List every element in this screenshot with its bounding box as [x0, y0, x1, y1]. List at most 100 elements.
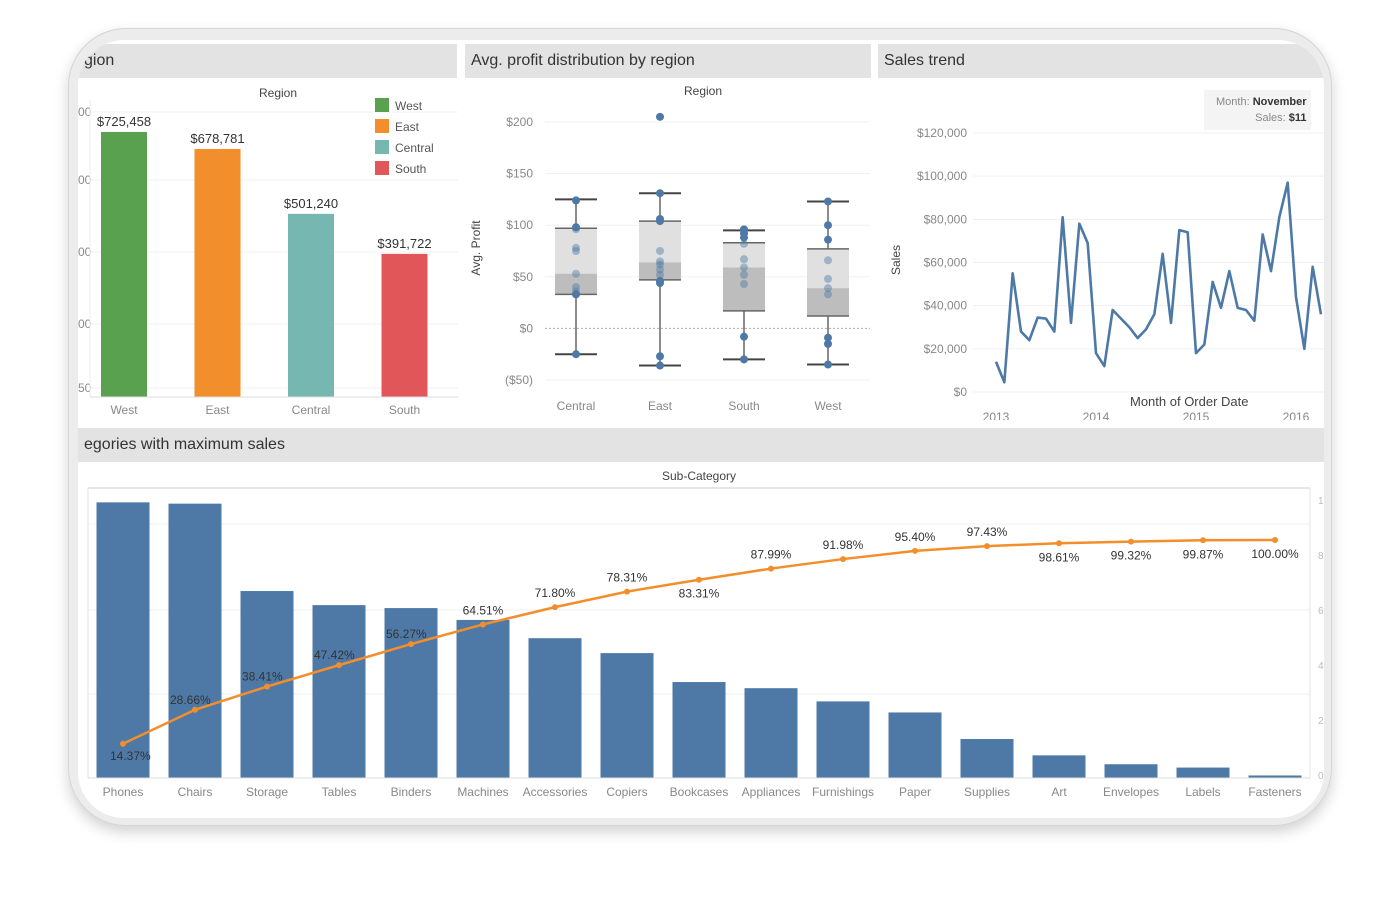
x-tick-label: Copiers [606, 785, 647, 799]
x-tick-label: Chairs [178, 785, 213, 799]
bar-tables [312, 605, 366, 778]
pct-label: 64.51% [463, 603, 504, 617]
x-tick-label: 2014 [1083, 410, 1110, 420]
x-tick-label: South [728, 399, 759, 413]
y-tick-label: $0 [954, 385, 968, 399]
y-tick-label: $0 [520, 321, 534, 335]
pct-label: 98.61% [1039, 550, 1080, 564]
cumulative-point [696, 576, 702, 583]
x-tick-label: 2013 [983, 410, 1010, 420]
x-tick-label: Labels [1185, 785, 1220, 799]
y-tick-label: $150 [506, 167, 533, 181]
cumulative-point [840, 556, 846, 563]
data-point [740, 355, 748, 364]
bar-value-label: $725,458 [97, 114, 151, 129]
data-point [656, 217, 664, 226]
bar-west [101, 131, 147, 397]
profit-box-chart: Region Avg. Profit $200 $150 $100 $50 $0 ($50) C… [469, 84, 870, 413]
pct-label: 14.37% [110, 749, 151, 763]
y-tick-label: $100 [506, 218, 533, 232]
cumulative-point [408, 641, 414, 648]
right-tick-label: 0 [1318, 771, 1324, 782]
pct-label: 28.66% [170, 693, 211, 707]
bar-appliances [744, 688, 798, 778]
data-point [656, 352, 664, 361]
x-tick-label: 2015 [1183, 410, 1210, 420]
bar-envelopes [1104, 764, 1158, 778]
pareto-chart: Sub-Category 1 8 6 4 2 0 Phones Chairs Storage Tab… [87, 469, 1324, 799]
pct-label: 78.31% [607, 571, 648, 585]
bar-copiers [600, 653, 654, 778]
cumulative-point [624, 588, 630, 595]
data-point [572, 350, 580, 359]
data-point [740, 239, 748, 248]
data-point [656, 278, 664, 287]
legend-label-west: West [395, 99, 423, 113]
pct-label: 38.41% [242, 670, 283, 684]
bar-bookcases [672, 682, 726, 778]
sales-trend-title: Sales trend [878, 44, 1324, 78]
cumulative-point [480, 621, 486, 628]
pct-label: 83.31% [679, 587, 720, 601]
bar-supplies [960, 739, 1014, 778]
box-upper [639, 221, 681, 263]
data-point [572, 247, 580, 255]
x-tick-label: Accessories [523, 785, 588, 799]
data-point [656, 361, 664, 370]
region-sales-chart: Region0000000050$725,458West$678,781East… [78, 86, 458, 417]
region-sales-title: gion [78, 44, 457, 78]
y-axis-title: Sales [889, 245, 903, 275]
cumulative-point [1056, 540, 1062, 547]
x-tick-label: Paper [899, 785, 931, 799]
legend-label-central: Central [395, 141, 434, 155]
cumulative-point [552, 604, 558, 611]
x-tick-label: Binders [391, 785, 432, 799]
bar-labels [1176, 767, 1230, 778]
bar-art [1032, 755, 1086, 778]
tooltip-sales-label: Sales: [1255, 112, 1286, 124]
x-tick-label: Storage [246, 785, 288, 799]
data-point [656, 112, 664, 121]
pct-label: 100.00% [1251, 547, 1299, 561]
cumulative-point [984, 543, 990, 550]
x-tick-label: Envelopes [1103, 785, 1159, 799]
cumulative-point [768, 565, 774, 572]
data-point [740, 270, 748, 279]
x-tick-label: Phones [103, 785, 144, 799]
region-header: Region [259, 86, 297, 100]
x-tick-label: West [814, 399, 842, 413]
x-tick-label: Bookcases [670, 785, 729, 799]
data-point [740, 332, 748, 341]
y-tick-label: $40,000 [924, 299, 968, 313]
cumulative-point [912, 547, 918, 554]
bar-central [288, 213, 334, 397]
data-point [572, 196, 580, 205]
data-point [572, 269, 580, 278]
y-axis-title: Avg. Profit [469, 220, 483, 276]
bar-paper [888, 712, 942, 778]
x-tick-label: East [205, 403, 230, 417]
data-point [824, 360, 832, 369]
y-tick-label: $20,000 [924, 342, 968, 356]
right-tick-label: 2 [1318, 716, 1324, 727]
legend-swatch-west [375, 98, 389, 112]
y-tick-label: $200 [506, 115, 533, 129]
x-tick-label: Central [557, 399, 596, 413]
bar-east [194, 148, 241, 397]
data-point [740, 255, 748, 264]
x-tick-label: 2016 [1283, 410, 1310, 420]
bar-accessories [528, 638, 582, 778]
x-tick-label: Appliances [742, 785, 801, 799]
cumulative-point [264, 683, 270, 690]
hover-tooltip: Month: November Sales: $11 [1204, 90, 1311, 130]
sales-line [994, 181, 1323, 384]
bar-value-label: $678,781 [190, 131, 244, 146]
x-axis-title: Month of Order Date [1130, 394, 1249, 409]
x-tick-label: West [110, 403, 138, 417]
pareto-header: Sub-Category [662, 469, 736, 483]
cumulative-point [192, 706, 198, 713]
pct-label: 97.43% [967, 525, 1008, 539]
legend-swatch-east [375, 119, 389, 133]
profit-box-title: Avg. profit distribution by region [465, 44, 871, 78]
dashboard-screen: gion Region 00 00 00 00 50 $725,458 West $678,78… [78, 40, 1324, 818]
